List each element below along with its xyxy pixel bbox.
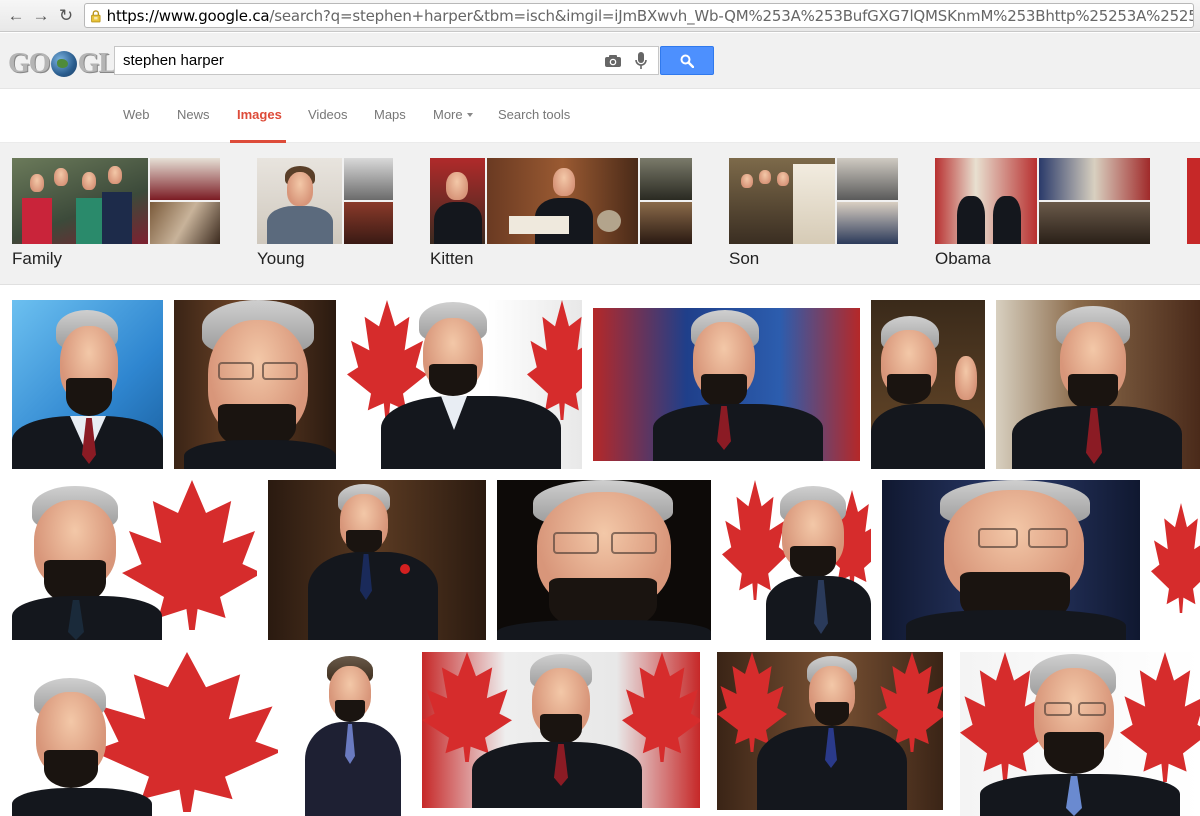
tab-news[interactable]: News [177, 107, 210, 122]
image-result[interactable] [871, 300, 985, 469]
related-item-kitten[interactable]: Kitten [430, 158, 692, 268]
google-header: GO GLE [0, 33, 1200, 89]
tab-search-tools[interactable]: Search tools [498, 107, 570, 122]
image-result[interactable] [12, 652, 278, 816]
related-label: Young [257, 249, 305, 268]
camera-icon[interactable] [602, 50, 624, 72]
tab-images[interactable]: Images [237, 107, 282, 122]
image-result[interactable] [174, 300, 336, 469]
image-result[interactable] [882, 480, 1140, 640]
related-item-obama[interactable]: Obama [935, 158, 1150, 268]
url-text: https://www.google.ca/search?q=stephen+h… [106, 6, 1193, 25]
related-item-young[interactable]: Young [257, 158, 393, 268]
search-input[interactable] [115, 52, 602, 69]
thumbnail [729, 158, 835, 244]
image-result[interactable] [289, 652, 411, 816]
related-item-son[interactable]: Son [729, 158, 898, 268]
thumbnail [837, 202, 898, 244]
search-button[interactable] [660, 46, 714, 75]
thumbnail [430, 158, 485, 244]
image-result[interactable] [268, 480, 486, 640]
thumbnail [12, 158, 148, 244]
chevron-down-icon [466, 113, 473, 117]
thumbnail [1187, 158, 1200, 244]
back-arrow-icon[interactable]: ← [6, 6, 26, 26]
related-item-partial[interactable]: 20 [1187, 158, 1200, 244]
thumbnail [257, 158, 342, 244]
browser-toolbar: ← → ↻ https://www.google.ca/search?q=ste… [0, 0, 1200, 32]
related-item-family[interactable]: Family [12, 158, 220, 268]
search-icon [680, 54, 694, 68]
thumbnail [640, 202, 692, 244]
tab-videos[interactable]: Videos [308, 107, 348, 122]
tab-more-label: More [433, 107, 463, 122]
tab-web[interactable]: Web [123, 107, 150, 122]
tab-more[interactable]: More [433, 107, 473, 122]
related-label: Family [12, 249, 63, 268]
image-result[interactable] [722, 480, 871, 640]
thumbnail [1039, 202, 1150, 244]
globe-icon [50, 51, 77, 77]
image-result[interactable] [960, 652, 1200, 816]
image-result[interactable] [422, 652, 700, 808]
thumbnail [150, 158, 220, 200]
image-result[interactable] [593, 308, 860, 461]
thumbnail [935, 158, 1037, 244]
image-result[interactable] [12, 480, 257, 640]
tab-maps[interactable]: Maps [374, 107, 406, 122]
thumbnail [640, 158, 692, 200]
address-bar[interactable]: https://www.google.ca/search?q=stephen+h… [84, 3, 1194, 28]
lock-icon [91, 9, 101, 22]
image-result[interactable] [497, 480, 711, 640]
forward-arrow-icon[interactable]: → [31, 6, 51, 26]
thumbnail [1039, 158, 1150, 200]
reload-icon[interactable]: ↻ [56, 6, 76, 26]
image-result[interactable] [12, 300, 163, 469]
thumbnail [344, 158, 393, 200]
related-label: Kitten [430, 249, 474, 268]
related-label: Son [729, 249, 760, 268]
image-result[interactable] [996, 300, 1200, 469]
thumbnail [487, 158, 638, 244]
image-result[interactable] [347, 300, 582, 469]
related-searches: Family Young Kitten Son Obama [0, 143, 1200, 285]
search-tabs: Web News Images Videos Maps More Search … [0, 90, 1200, 143]
microphone-icon[interactable] [630, 50, 652, 72]
image-result[interactable] [717, 652, 943, 810]
thumbnail [837, 158, 898, 200]
thumbnail [344, 202, 393, 244]
image-result[interactable] [1151, 493, 1200, 627]
thumbnail [150, 202, 220, 244]
search-box [114, 46, 659, 75]
related-label: Obama [935, 249, 991, 268]
